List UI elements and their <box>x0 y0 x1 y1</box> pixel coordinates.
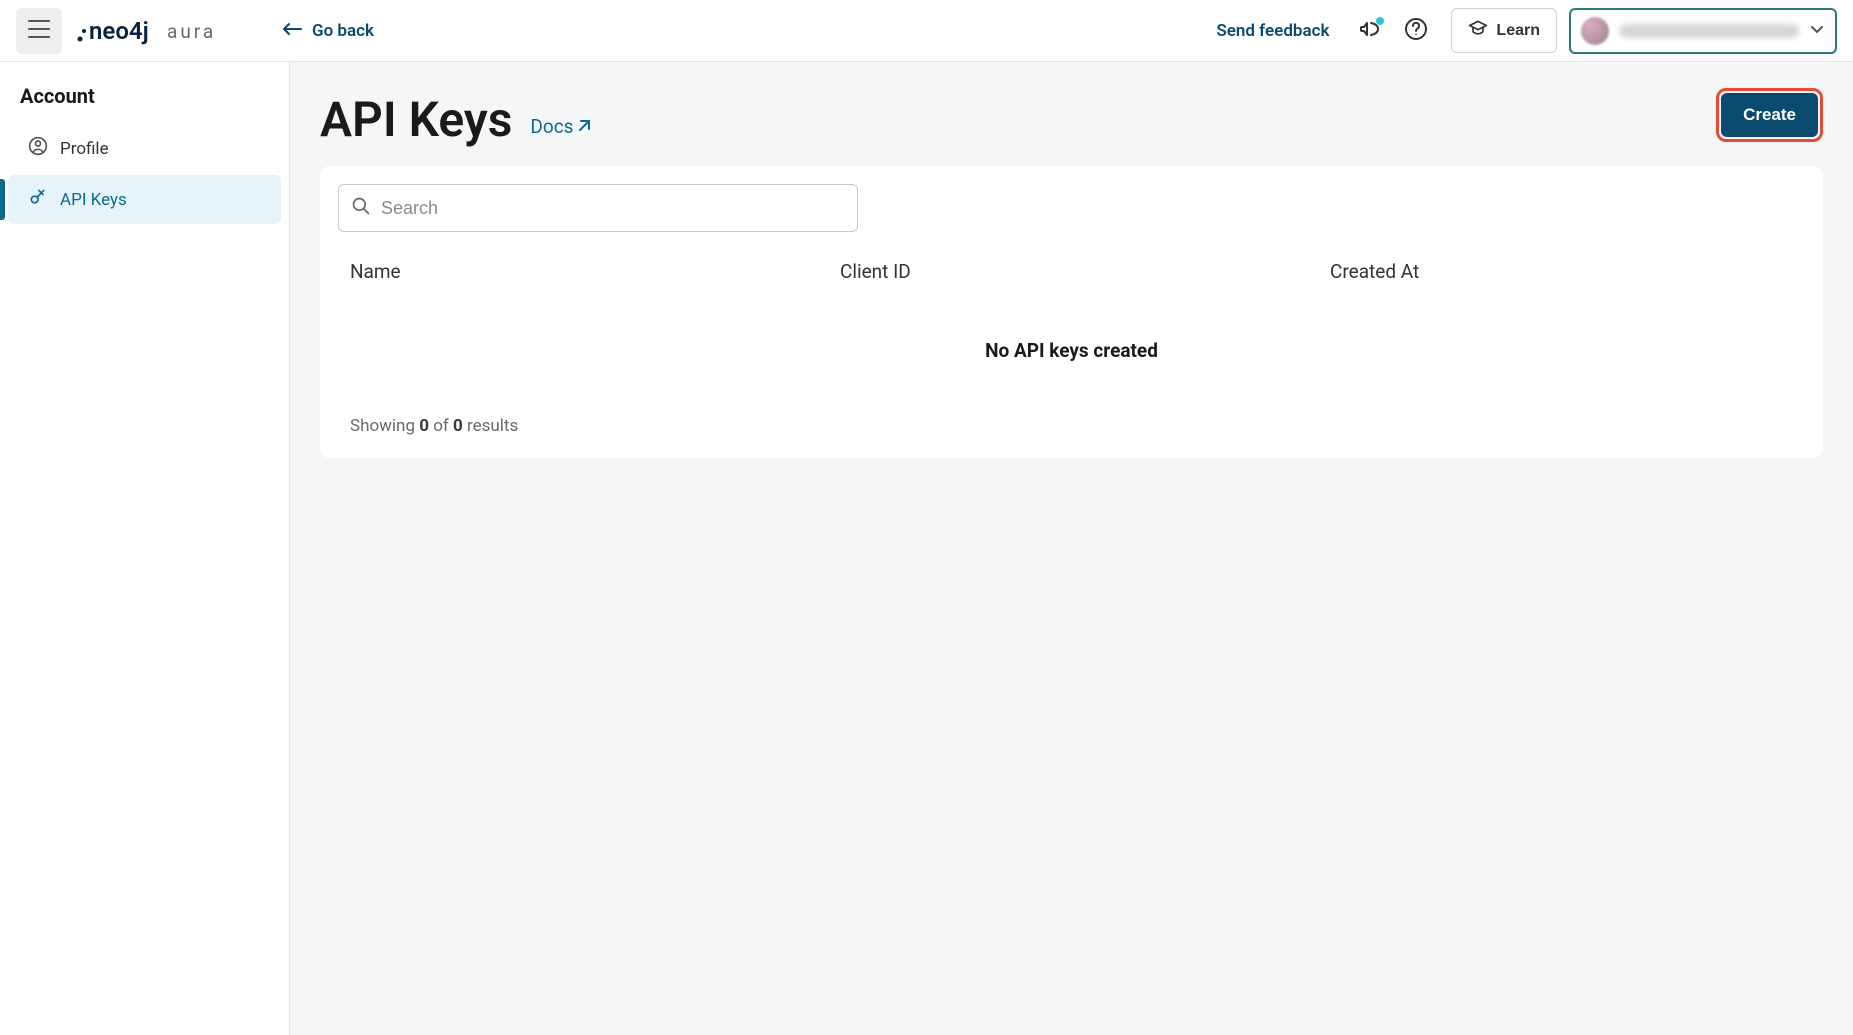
notification-dot-icon <box>1376 17 1384 25</box>
docs-label: Docs <box>530 115 573 138</box>
empty-state: No API keys created <box>338 301 1805 406</box>
learn-button[interactable]: Learn <box>1451 8 1557 53</box>
profile-icon <box>28 136 48 161</box>
page-title: API Keys <box>320 96 512 144</box>
page-header: API Keys Docs Create <box>320 88 1823 144</box>
help-button[interactable] <box>1397 12 1435 50</box>
graduation-cap-icon <box>1468 18 1488 43</box>
sidebar-item-label: Profile <box>60 139 109 159</box>
go-back-label: Go back <box>312 21 374 41</box>
col-client-id: Client ID <box>840 260 1330 283</box>
hamburger-button[interactable] <box>16 8 62 54</box>
sidebar-item-profile[interactable]: Profile <box>8 124 281 173</box>
neo4j-aura-logo[interactable]: neo4j aura <box>76 17 244 45</box>
user-menu[interactable] <box>1569 8 1837 54</box>
chevron-down-icon <box>1809 21 1825 41</box>
results-summary: Showing 0 of 0 results <box>338 406 1805 436</box>
svg-text:aura: aura <box>167 20 216 43</box>
user-name <box>1619 24 1799 38</box>
create-button-highlight: Create <box>1716 88 1823 142</box>
help-icon <box>1404 17 1428 44</box>
col-created-at: Created At <box>1330 260 1793 283</box>
sidebar-item-api-keys[interactable]: API Keys <box>8 175 281 224</box>
svg-text:neo4j: neo4j <box>89 17 149 45</box>
go-back-link[interactable]: Go back <box>282 21 374 41</box>
external-link-icon <box>577 115 591 138</box>
sidebar-item-label: API Keys <box>60 190 127 210</box>
arrow-left-icon <box>282 21 302 41</box>
search-input[interactable] <box>381 198 845 219</box>
hamburger-icon <box>28 20 50 41</box>
api-keys-card: Name Client ID Created At No API keys cr… <box>320 166 1823 458</box>
table-header-row: Name Client ID Created At <box>338 232 1805 301</box>
top-header: neo4j aura Go back Send feedback Learn <box>0 0 1853 62</box>
search-field[interactable] <box>338 184 858 232</box>
create-button[interactable]: Create <box>1721 93 1818 137</box>
key-icon <box>28 187 48 212</box>
main-content: API Keys Docs Create Name <box>290 62 1853 1035</box>
learn-label: Learn <box>1496 22 1540 40</box>
avatar <box>1581 17 1609 45</box>
sidebar: Account Profile API Keys <box>0 62 290 1035</box>
announcements-button[interactable] <box>1351 12 1389 50</box>
send-feedback-link[interactable]: Send feedback <box>1216 21 1329 41</box>
col-name: Name <box>350 260 840 283</box>
docs-link[interactable]: Docs <box>530 115 591 144</box>
search-icon <box>351 196 371 220</box>
sidebar-title: Account <box>0 84 289 122</box>
